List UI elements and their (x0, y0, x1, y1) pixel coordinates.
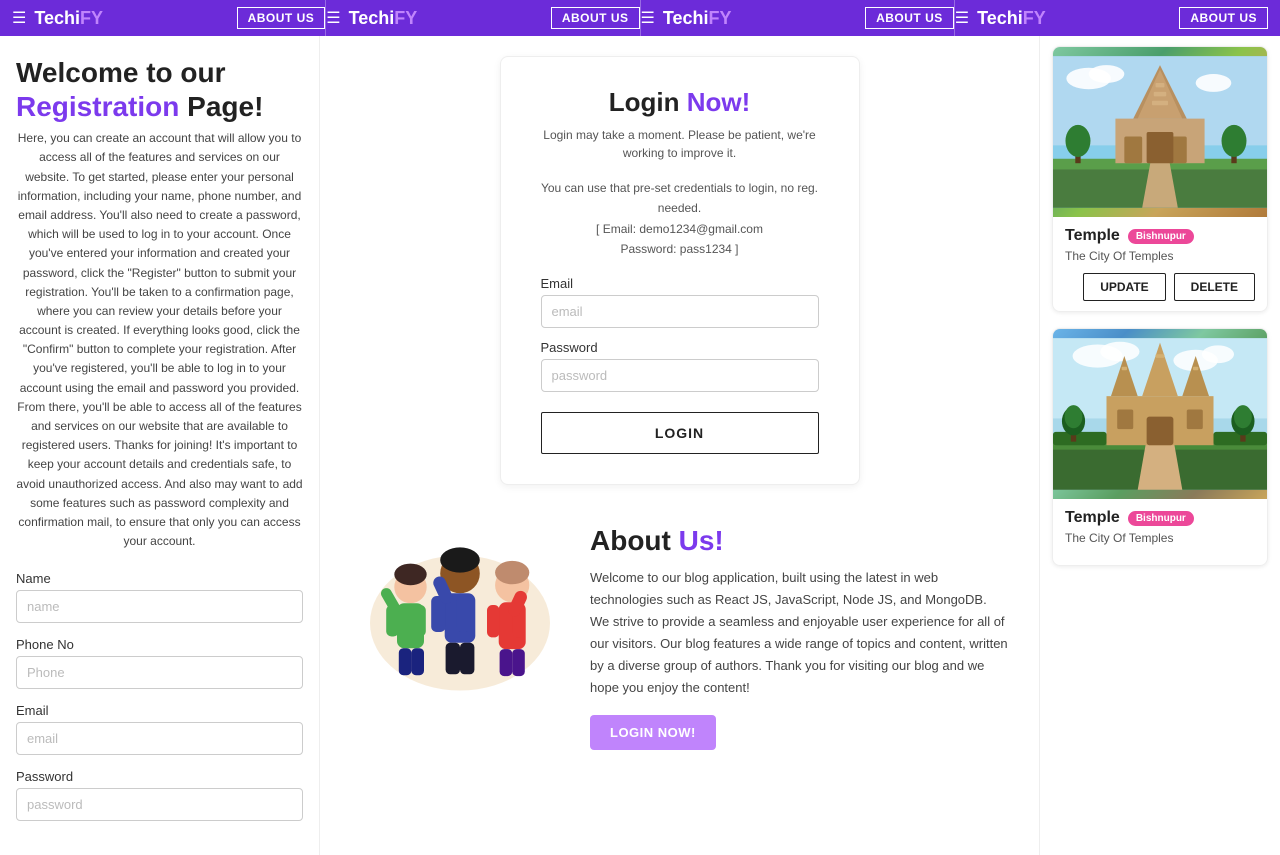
about-button-3[interactable]: ABOUT US (865, 7, 954, 29)
nav-section-2: ☰ TechiFY ABOUT US (326, 0, 639, 36)
email-input[interactable] (16, 722, 303, 755)
temple-info-1: Temple Bishnupur The City Of Temples UPD… (1053, 217, 1267, 311)
hamburger-icon-3[interactable]: ☰ (641, 8, 655, 28)
temple-subtitle-1: The City Of Temples (1065, 249, 1255, 263)
about-button-4[interactable]: ABOUT US (1179, 7, 1268, 29)
temple-info-2: Temple Bishnupur The City Of Temples (1053, 499, 1267, 565)
delete-button-1[interactable]: DELETE (1174, 273, 1255, 301)
email-field-group: Email (16, 703, 303, 755)
nav-logo-2: TechiFY (349, 8, 418, 29)
login-email-label: Email (541, 276, 819, 291)
credentials-line2: [ Email: demo1234@gmail.com (541, 219, 819, 239)
login-now-text: Now! (687, 87, 751, 117)
bishnupur-badge-2: Bishnupur (1128, 511, 1194, 526)
welcome-title: Welcome to our Registration Page! (16, 56, 303, 123)
about-section: About Us! Welcome to our blog applicatio… (350, 515, 1009, 751)
password-input[interactable] (16, 788, 303, 821)
password-label: Password (16, 769, 303, 784)
main-content: Welcome to our Registration Page! Here, … (0, 36, 1280, 855)
temple-svg-1 (1053, 47, 1267, 217)
login-button[interactable]: LOGIN (541, 412, 819, 454)
login-password-label: Password (541, 340, 819, 355)
name-label: Name (16, 571, 303, 586)
temple-subtitle-2: The City Of Temples (1065, 531, 1255, 545)
about-button-1[interactable]: ABOUT US (237, 7, 326, 29)
registration-panel: Welcome to our Registration Page! Here, … (0, 36, 320, 855)
hamburger-icon-1[interactable]: ☰ (12, 8, 26, 28)
login-now-button[interactable]: LOGIN NOW! (590, 715, 716, 750)
people-illustration (350, 515, 570, 751)
update-button-1[interactable]: UPDATE (1083, 273, 1165, 301)
hamburger-icon-4[interactable]: ☰ (955, 8, 969, 28)
right-panel: Temple Bishnupur The City Of Temples UPD… (1040, 36, 1280, 855)
about-heading: About Us! (590, 525, 1009, 557)
login-password-input[interactable] (541, 359, 819, 392)
center-panel: Login Now! Login may take a moment. Plea… (320, 36, 1040, 855)
phone-label: Phone No (16, 637, 303, 652)
about-description: Welcome to our blog application, built u… (590, 567, 1009, 700)
login-password-group: Password (541, 340, 819, 392)
about-heading-text: About (590, 525, 679, 556)
login-title-text: Login (609, 87, 687, 117)
nav-logo-4: TechiFY (977, 8, 1046, 29)
about-text-block: About Us! Welcome to our blog applicatio… (590, 515, 1009, 751)
temple-card-2: Temple Bishnupur The City Of Temples (1052, 328, 1268, 566)
temple-image-2 (1053, 329, 1267, 499)
welcome-line1: Welcome to our (16, 57, 226, 88)
login-email-input[interactable] (541, 295, 819, 328)
bishnupur-badge-1: Bishnupur (1128, 229, 1194, 244)
name-field-group: Name (16, 571, 303, 623)
login-subtitle: Login may take a moment. Please be patie… (541, 126, 819, 162)
nav-logo-3: TechiFY (663, 8, 732, 29)
credentials-line3: Password: pass1234 ] (541, 239, 819, 259)
temple-actions-1: UPDATE DELETE (1065, 273, 1255, 301)
temple-name-1: Temple (1065, 227, 1120, 245)
credentials-line1: You can use that pre-set credentials to … (541, 178, 819, 219)
login-title: Login Now! (541, 87, 819, 118)
welcome-description: Here, you can create an account that wil… (16, 129, 303, 551)
temple-name-row-1: Temple Bishnupur (1065, 227, 1255, 245)
nav-logo-1: TechiFY (34, 8, 103, 29)
nav-section-1: ☰ TechiFY ABOUT US (12, 0, 325, 36)
phone-field-group: Phone No (16, 637, 303, 689)
hamburger-icon-2[interactable]: ☰ (326, 8, 340, 28)
about-us-text: Us! (679, 525, 724, 556)
welcome-line3: Page! (187, 91, 263, 122)
phone-input[interactable] (16, 656, 303, 689)
welcome-line2: Registration (16, 91, 179, 122)
about-button-2[interactable]: ABOUT US (551, 7, 640, 29)
email-label: Email (16, 703, 303, 718)
people-svg (350, 515, 570, 695)
temple-image-1 (1053, 47, 1267, 217)
nav-section-3: ☰ TechiFY ABOUT US (641, 0, 954, 36)
nav-section-4: ☰ TechiFY ABOUT US (955, 0, 1268, 36)
password-field-group: Password (16, 769, 303, 821)
temple-name-row-2: Temple Bishnupur (1065, 509, 1255, 527)
navbar: ☰ TechiFY ABOUT US ☰ TechiFY ABOUT US ☰ … (0, 0, 1280, 36)
temple-card-1: Temple Bishnupur The City Of Temples UPD… (1052, 46, 1268, 312)
temple-name-2: Temple (1065, 509, 1120, 527)
temple-svg-2 (1053, 329, 1267, 499)
login-card: Login Now! Login may take a moment. Plea… (500, 56, 860, 485)
login-credentials: You can use that pre-set credentials to … (541, 178, 819, 260)
name-input[interactable] (16, 590, 303, 623)
login-email-group: Email (541, 276, 819, 328)
